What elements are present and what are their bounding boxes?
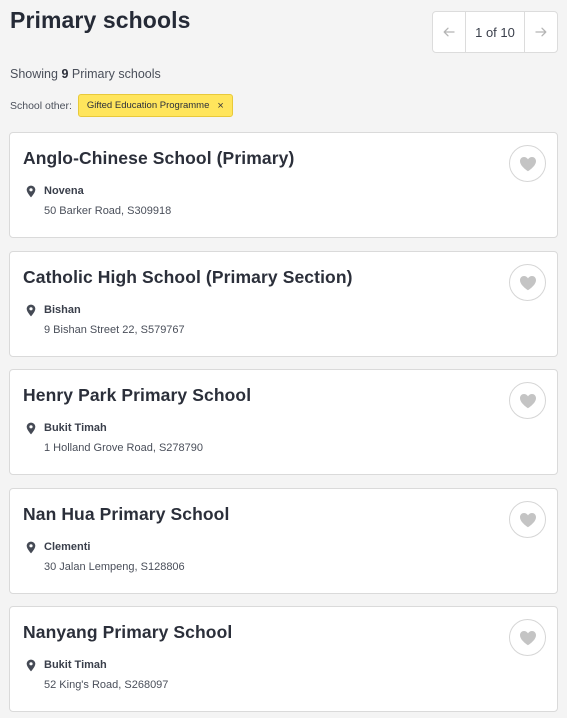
page-title: Primary schools bbox=[10, 7, 191, 33]
school-address: 1 Holland Grove Road, S278790 bbox=[44, 442, 203, 454]
favourite-button[interactable] bbox=[509, 382, 546, 419]
heart-icon bbox=[519, 512, 536, 527]
school-area: Bishan bbox=[44, 304, 81, 316]
filter-chip-label: Gifted Education Programme bbox=[86, 100, 210, 111]
school-card[interactable]: Nanyang Primary School Bukit Timah 52 Ki… bbox=[9, 606, 558, 712]
school-area: Novena bbox=[44, 185, 84, 197]
heart-icon bbox=[519, 393, 536, 408]
location-pin-icon bbox=[26, 304, 36, 317]
results-suffix: Primary schools bbox=[68, 67, 161, 81]
school-card[interactable]: Anglo-Chinese School (Primary) Novena 50… bbox=[9, 132, 558, 238]
school-area: Bukit Timah bbox=[44, 422, 107, 434]
filter-chip[interactable]: Gifted Education Programme × bbox=[77, 94, 233, 117]
page-indicator: 1 of 10 bbox=[475, 24, 515, 40]
school-address: 52 King's Road, S268097 bbox=[44, 679, 169, 691]
school-card[interactable]: Catholic High School (Primary Section) B… bbox=[9, 251, 558, 357]
filter-label: School other: bbox=[10, 99, 72, 112]
school-name[interactable]: Anglo-Chinese School (Primary) bbox=[23, 148, 294, 169]
school-address: 50 Barker Road, S309918 bbox=[44, 205, 172, 217]
favourite-button[interactable] bbox=[509, 501, 546, 538]
active-filters: School other: Gifted Education Programme… bbox=[10, 94, 233, 117]
heart-icon bbox=[519, 275, 536, 290]
school-name[interactable]: Catholic High School (Primary Section) bbox=[23, 267, 353, 288]
location-pin-icon bbox=[26, 185, 36, 198]
favourite-button[interactable] bbox=[509, 145, 546, 182]
school-card[interactable]: Henry Park Primary School Bukit Timah 1 … bbox=[9, 369, 558, 475]
arrow-right-icon bbox=[535, 27, 547, 37]
page: Primary schools 1 of 10 Showing 9 Primar… bbox=[0, 0, 567, 718]
favourite-button[interactable] bbox=[509, 619, 546, 656]
location-pin-icon bbox=[26, 659, 36, 672]
school-name[interactable]: Henry Park Primary School bbox=[23, 385, 251, 406]
location-pin-icon bbox=[26, 422, 36, 435]
arrow-left-icon bbox=[443, 27, 455, 37]
results-prefix: Showing bbox=[10, 67, 62, 81]
school-name[interactable]: Nanyang Primary School bbox=[23, 622, 232, 643]
remove-filter-button[interactable]: × bbox=[217, 100, 223, 112]
next-page-button[interactable] bbox=[524, 12, 557, 52]
favourite-button[interactable] bbox=[509, 264, 546, 301]
school-card[interactable]: Nan Hua Primary School Clementi 30 Jalan… bbox=[9, 488, 558, 594]
results-summary: Showing 9 Primary schools bbox=[10, 67, 161, 81]
pagination: 1 of 10 bbox=[432, 11, 558, 53]
location-pin-icon bbox=[26, 541, 36, 554]
school-address: 30 Jalan Lempeng, S128806 bbox=[44, 561, 185, 573]
prev-page-button[interactable] bbox=[433, 12, 466, 52]
school-area: Clementi bbox=[44, 541, 91, 553]
school-name[interactable]: Nan Hua Primary School bbox=[23, 504, 229, 525]
heart-icon bbox=[519, 156, 536, 171]
school-area: Bukit Timah bbox=[44, 659, 107, 671]
heart-icon bbox=[519, 630, 536, 645]
school-address: 9 Bishan Street 22, S579767 bbox=[44, 324, 185, 336]
